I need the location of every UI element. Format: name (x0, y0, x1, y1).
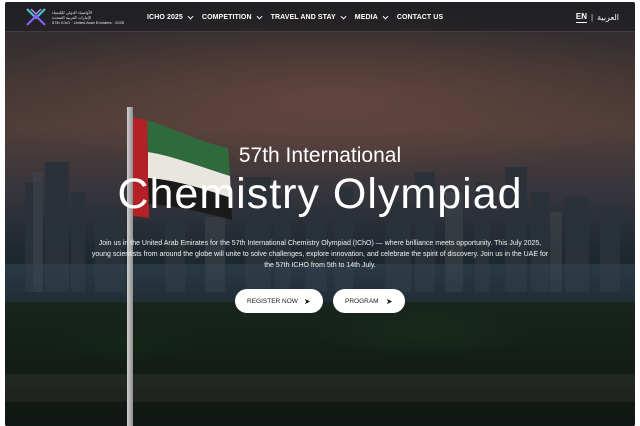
arrow-right-icon (304, 298, 311, 304)
hero-description: Join us in the United Arab Emirates for … (91, 240, 549, 269)
hero-subtitle: 57th International (238, 144, 402, 167)
register-now-label: REGISTER NOW (247, 297, 298, 305)
hero-section: 57th International Chemistry Olympiad Jo… (5, 2, 635, 426)
arrow-right-icon (386, 298, 393, 304)
program-label: PROGRAM (345, 297, 379, 305)
register-now-button[interactable]: REGISTER NOW (235, 289, 323, 313)
hero-background: الأولمبياد الدولي للكيمياء الإمارات العر… (5, 2, 635, 426)
hero-title: Chemistry Olympiad (117, 170, 523, 218)
hero-buttons: REGISTER NOW PROGRAM (5, 289, 635, 313)
program-button[interactable]: PROGRAM (333, 289, 405, 313)
